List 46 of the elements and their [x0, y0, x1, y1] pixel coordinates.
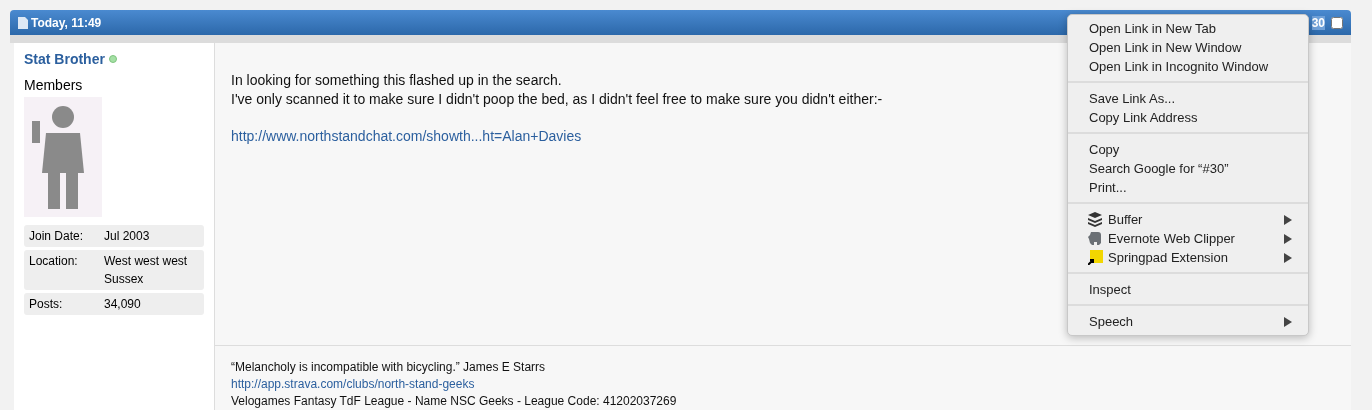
- message-text: In looking for something this flashed up in the search.: [231, 71, 562, 90]
- menu-item-label: Open Link in New Window: [1089, 40, 1242, 55]
- menu-item[interactable]: Print...: [1068, 178, 1308, 197]
- menu-item-label: Inspect: [1089, 282, 1131, 297]
- menu-item[interactable]: Open Link in New Window: [1068, 38, 1308, 57]
- menu-item-label: Evernote Web Clipper: [1108, 231, 1235, 246]
- detail-value: West west west Sussex: [104, 253, 189, 288]
- message-text: I've only scanned it to make sure I didn't poop the bed, as I didn't feel free to make sure you didn't either:-: [231, 90, 883, 109]
- message-link[interactable]: http://www.northstandchat.com/showth...ht=Alan+Davies: [231, 127, 582, 146]
- menu-item-label: Open Link in Incognito Window: [1089, 59, 1269, 74]
- menu-item-label: Copy: [1089, 142, 1120, 157]
- detail-value: 34,090: [104, 296, 142, 313]
- detail-value: Jul 2003: [104, 228, 151, 245]
- menu-item-label: Print...: [1089, 180, 1127, 195]
- layers-icon: [1088, 212, 1103, 227]
- elephant-icon: [1088, 231, 1103, 246]
- menu-item[interactable]: Copy Link Address: [1068, 108, 1308, 127]
- menu-item[interactable]: Search Google for “#30”: [1068, 159, 1308, 178]
- menu-item[interactable]: Evernote Web Clipper: [1068, 229, 1308, 248]
- detail-label: Location:: [29, 253, 79, 270]
- menu-item[interactable]: Speech: [1068, 312, 1308, 331]
- avatar-icon: [24, 97, 102, 217]
- menu-item[interactable]: Open Link in New Tab: [1068, 19, 1308, 38]
- select-checkbox[interactable]: [1331, 16, 1343, 29]
- menu-item-label: Copy Link Address: [1089, 110, 1198, 125]
- username-link[interactable]: Stat Brother: [24, 51, 105, 67]
- menu-item[interactable]: Inspect: [1068, 280, 1308, 299]
- menu-item-label: Buffer: [1108, 212, 1143, 227]
- document-icon: [18, 16, 28, 29]
- post-date: Today, 11:49: [31, 15, 102, 30]
- menu-item-label: Search Google for “#30”: [1089, 161, 1229, 176]
- menu-item[interactable]: Springpad Extension: [1068, 248, 1308, 267]
- menu-item-label: Springpad Extension: [1108, 250, 1228, 265]
- signature-text: Velogames Fantasy TdF League - Name NSC Geeks - League Code: 41202037269: [231, 393, 677, 410]
- detail-label: Join Date:: [29, 228, 85, 245]
- menu-item[interactable]: Open Link in Incognito Window: [1068, 57, 1308, 76]
- menu-item-label: Speech: [1089, 314, 1134, 329]
- user-title: Members: [24, 77, 84, 93]
- detail-label: Posts:: [29, 296, 64, 313]
- signature-quote: “Melancholy is incompatible with bicycling.” James E Starrs: [231, 359, 546, 376]
- menu-item[interactable]: Buffer: [1068, 210, 1308, 229]
- menu-item-label: Save Link As...: [1089, 91, 1175, 106]
- signature-link[interactable]: http://app.strava.com/clubs/north-stand-geeks: [231, 376, 475, 393]
- menu-item[interactable]: Copy: [1068, 140, 1308, 159]
- menu-item[interactable]: Save Link As...: [1068, 89, 1308, 108]
- menu-item-label: Open Link in New Tab: [1089, 21, 1216, 36]
